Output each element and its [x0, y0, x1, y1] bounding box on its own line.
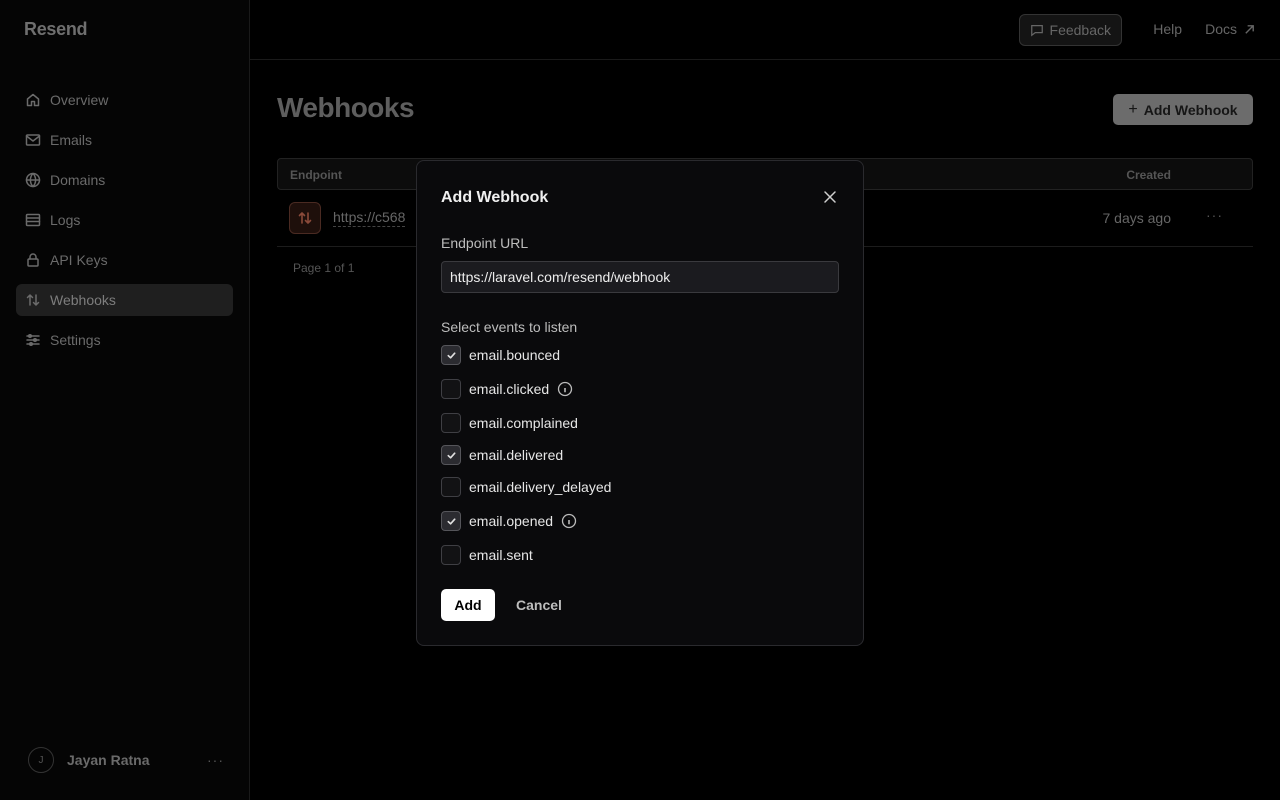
- checkbox[interactable]: [441, 477, 461, 497]
- checkbox[interactable]: [441, 413, 461, 433]
- checkbox[interactable]: [441, 545, 461, 565]
- events-label: Select events to listen: [441, 319, 578, 335]
- event-label: email.bounced: [469, 347, 561, 363]
- checkbox-checked[interactable]: [441, 445, 461, 465]
- checkbox[interactable]: [441, 379, 461, 399]
- add-button[interactable]: Add: [441, 589, 495, 621]
- dialog-title: Add Webhook: [441, 189, 549, 206]
- event-label: email.delivery_delayed: [469, 479, 612, 495]
- event-email-complained[interactable]: email.complained: [441, 413, 578, 433]
- event-email-bounced[interactable]: email.bounced: [441, 345, 560, 365]
- info-icon[interactable]: [557, 381, 573, 397]
- event-email-opened[interactable]: email.opened: [441, 511, 577, 531]
- close-icon[interactable]: [821, 188, 839, 206]
- endpoint-url-input[interactable]: [441, 261, 839, 293]
- event-label: email.complained: [469, 415, 578, 431]
- event-email-sent[interactable]: email.sent: [441, 545, 533, 565]
- event-label: email.clicked: [469, 381, 550, 397]
- event-email-delivery-delayed[interactable]: email.delivery_delayed: [441, 477, 611, 497]
- event-email-clicked[interactable]: email.clicked: [441, 379, 573, 399]
- cancel-button[interactable]: Cancel: [507, 589, 571, 621]
- checkbox-checked[interactable]: [441, 511, 461, 531]
- info-icon[interactable]: [561, 513, 577, 529]
- event-label: email.sent: [469, 547, 533, 563]
- event-email-delivered[interactable]: email.delivered: [441, 445, 563, 465]
- endpoint-url-label: Endpoint URL: [441, 235, 529, 251]
- add-webhook-dialog: Add Webhook Endpoint URL Select events t…: [416, 160, 864, 646]
- event-label: email.delivered: [469, 447, 564, 463]
- checkbox-checked[interactable]: [441, 345, 461, 365]
- event-label: email.opened: [469, 513, 554, 529]
